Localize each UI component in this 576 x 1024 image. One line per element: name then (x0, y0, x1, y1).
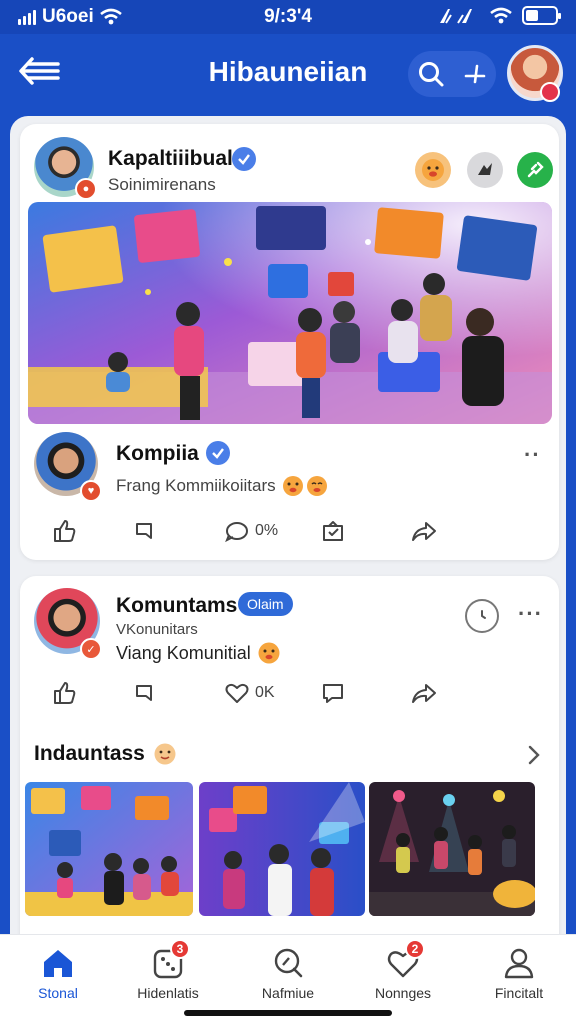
profile-icon (501, 945, 537, 981)
post-actions: 0K (20, 676, 559, 710)
nav-item-profile[interactable]: Fincitalt (464, 945, 574, 1001)
heart-chat-icon: 2 (385, 939, 425, 981)
nav-label: Stonal (38, 985, 78, 1001)
post-handle: VKonunitars (116, 621, 198, 638)
check-badge-icon: ✓ (80, 638, 102, 660)
repost-icon (136, 523, 152, 539)
nav-label: Hidenlatis (137, 985, 199, 1001)
thumbs-up-icon (54, 520, 76, 542)
share-button[interactable] (410, 676, 438, 710)
more-options-icon[interactable]: ·· (524, 442, 541, 468)
reaction-badge-icon: ♥ (80, 480, 102, 502)
thumbs-up-icon (54, 682, 76, 704)
share-arrow-icon (412, 522, 436, 541)
gallery-thumbnail[interactable] (199, 782, 365, 916)
status-bar: U6oei 9/:3'4 (0, 0, 576, 34)
post-text: Viang Komunitial (116, 641, 281, 665)
home-icon (40, 945, 76, 981)
verified-icon (232, 147, 256, 171)
app-header: Hibauneiian (0, 34, 576, 120)
comment-button[interactable] (320, 676, 346, 710)
dice-icon: 3 (150, 939, 190, 981)
comment-actions: 0% (20, 514, 559, 548)
more-options-icon[interactable]: ··· (518, 601, 543, 627)
author-tag-badge: Olaim (238, 592, 293, 616)
feed: ● Kapaltiiibual Soinimirenans ♥ Kompiia … (10, 116, 566, 934)
reaction-count-button[interactable]: 0% (224, 514, 278, 548)
chat-bubble-icon (225, 522, 248, 543)
share-arrow-icon (412, 684, 436, 703)
section-header[interactable]: Indauntass (34, 742, 177, 766)
timer-icon[interactable] (465, 599, 499, 633)
reaction-count: 0% (255, 522, 279, 539)
search-icon (270, 945, 306, 981)
nav-item-dice[interactable]: 3 Hidenlatis (113, 939, 223, 1001)
repost-icon (136, 685, 152, 701)
reaction-count: 0K (255, 684, 275, 701)
like-button[interactable] (52, 514, 78, 548)
nav-badge: 3 (170, 939, 190, 959)
comment-icon (323, 684, 343, 703)
nav-item-search[interactable]: Nafmiue (233, 945, 343, 1001)
post-media-image[interactable] (28, 202, 552, 424)
post-author-name[interactable]: Kapaltiiibual (108, 147, 233, 171)
comment-text: Frang Kommiikoiitars (116, 475, 330, 497)
nav-badge: 2 (405, 939, 425, 959)
repost-button[interactable] (132, 676, 158, 710)
gallery-thumbnail[interactable] (369, 782, 535, 916)
post-author-name[interactable]: Komuntams (116, 594, 237, 618)
post-subtitle: Soinimirenans (108, 175, 216, 194)
nav-label: Fincitalt (494, 985, 544, 1001)
share-button[interactable] (410, 514, 438, 548)
chevron-right-icon[interactable] (526, 744, 542, 766)
gallery-thumbnail[interactable] (25, 782, 193, 916)
section-title: Indauntass (34, 742, 145, 765)
share-circle-icon[interactable] (467, 152, 503, 188)
emoji-icon (282, 476, 327, 496)
home-indicator (184, 1010, 392, 1016)
nav-item-messages[interactable]: 2 Nonnges (348, 939, 458, 1001)
live-badge-icon: ● (75, 178, 97, 200)
header-actions (408, 51, 496, 97)
verified-icon (206, 441, 230, 465)
nav-item-home[interactable]: Stonal (3, 945, 113, 1001)
like-button[interactable] (52, 676, 78, 710)
commenter-name[interactable]: Kompiia (116, 442, 199, 466)
emoji-icon (258, 642, 280, 664)
post-card: ● Kapaltiiibual Soinimirenans ♥ Kompiia … (20, 124, 559, 560)
post-card: ✓ Komuntams Olaim VKonunitars Viang Komu… (20, 576, 559, 934)
save-button[interactable] (320, 514, 346, 548)
reaction-count-button[interactable]: 0K (224, 676, 275, 710)
save-icon (323, 521, 343, 541)
emoji-icon (154, 743, 176, 765)
nav-label: Nonnges (374, 985, 432, 1001)
emoji-reaction-icon[interactable] (415, 152, 451, 188)
notification-badge (540, 82, 560, 102)
wifi-icon (490, 7, 512, 23)
repost-button[interactable] (132, 514, 158, 548)
heart-icon (225, 683, 249, 703)
pin-icon[interactable] (517, 152, 553, 188)
sparkle-icon[interactable] (463, 62, 487, 86)
battery-icon (522, 6, 561, 25)
search-icon[interactable] (417, 60, 445, 88)
signal-bars-icon (440, 8, 472, 24)
nav-label: Nafmiue (261, 985, 315, 1001)
